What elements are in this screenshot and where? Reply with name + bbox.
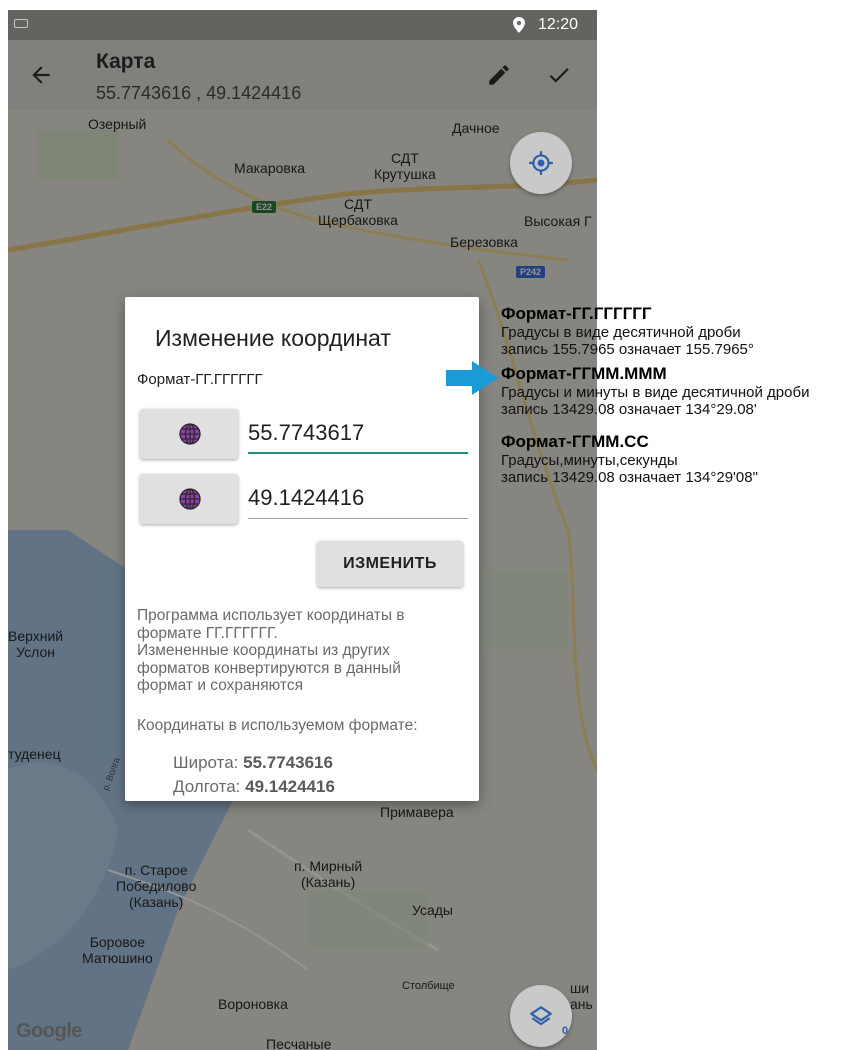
info-line: Программа использует координаты в xyxy=(137,607,405,624)
layers-icon xyxy=(530,1006,552,1026)
my-location-button[interactable] xyxy=(510,132,572,194)
legend-line: запись 155.7965 означает 155.7965° xyxy=(501,341,754,358)
page-subtitle: 55.7743616 , 49.1424416 xyxy=(96,83,302,103)
longitude-row: Долгота: 49.1424416 xyxy=(173,777,335,797)
legend-line: Градусы,минуты,секунды xyxy=(501,452,678,469)
legend-line: Градусы в виде десятичной дроби xyxy=(501,324,741,341)
location-pin-icon xyxy=(513,17,525,33)
info-line: формат и сохраняются xyxy=(137,677,303,694)
latitude-label: Широта: xyxy=(173,753,239,772)
layers-count-badge: 0 xyxy=(562,1025,569,1037)
longitude-value: 49.1424416 xyxy=(245,777,335,796)
legend-heading: Формат-ГГ.ГГГГГГ xyxy=(501,304,652,323)
legend-line: запись 13429.08 означает 134°29'08" xyxy=(501,469,758,486)
info-line: формате ГГ.ГГГГГГ. xyxy=(137,624,278,642)
latitude-input[interactable]: 55.7743617 xyxy=(248,414,468,454)
status-time: 12:20 xyxy=(538,16,579,33)
google-logo: Google xyxy=(16,1020,82,1042)
legend-heading: Формат-ГГММ.СС xyxy=(501,432,649,451)
legend-block: Формат-ГГ.ГГГГГГ Градусы в виде десятичн… xyxy=(501,304,859,358)
legend-block: Формат-ГГММ.МММ Градусы и минуты в виде … xyxy=(501,364,859,418)
longitude-globe-button[interactable] xyxy=(140,474,238,524)
my-location-icon xyxy=(529,151,553,175)
legend-line: запись 13429.08 означает 134°29.08' xyxy=(501,401,757,418)
info-text: Программа использует координаты в формат… xyxy=(137,607,473,695)
phone-screen: Озерный Дачное Макаровка СДТ Крутушка СД… xyxy=(8,10,597,1050)
edit-pencil-icon[interactable] xyxy=(486,62,512,88)
format-legend: Формат-ГГ.ГГГГГГ Градусы в виде десятичн… xyxy=(501,304,859,492)
format-dropdown-value: Формат-ГГ.ГГГГГГ xyxy=(137,371,263,388)
globe-icon xyxy=(179,488,201,510)
latitude-value: 55.7743616 xyxy=(243,753,333,772)
format-dropdown[interactable]: Формат-ГГ.ГГГГГГ xyxy=(137,369,467,397)
back-arrow-icon[interactable] xyxy=(28,62,54,88)
legend-block: Формат-ГГММ.СС Градусы,минуты,секунды за… xyxy=(501,432,859,486)
coords-format-label: Координаты в используемом формате: xyxy=(137,717,418,734)
info-line: форматов конвертируются в данный xyxy=(137,659,401,677)
dialog-title: Изменение координат xyxy=(155,325,391,351)
globe-icon xyxy=(179,423,201,445)
longitude-label: Долгота: xyxy=(173,777,241,796)
status-bar: 12:20 xyxy=(8,10,597,40)
latitude-globe-button[interactable] xyxy=(140,409,238,459)
check-icon[interactable] xyxy=(546,62,572,88)
info-line: Измененные координаты из других xyxy=(137,642,390,659)
page-title: Карта xyxy=(96,50,156,73)
annotation-arrow-icon xyxy=(446,361,498,395)
change-button[interactable]: ИЗМЕНИТЬ xyxy=(317,541,463,587)
map-layers-button[interactable]: 0 xyxy=(510,985,572,1047)
app-bar: Карта 55.7743616 , 49.1424416 xyxy=(8,40,597,110)
legend-line: Градусы и минуты в виде десятичной дроби xyxy=(501,384,810,401)
latitude-row: Широта: 55.7743616 xyxy=(173,753,333,773)
legend-heading: Формат-ГГММ.МММ xyxy=(501,364,667,383)
longitude-input[interactable]: 49.1424416 xyxy=(248,479,468,519)
keyboard-icon xyxy=(14,19,28,28)
change-coordinates-dialog: Изменение координат Формат-ГГ.ГГГГГГ 55.… xyxy=(125,297,479,801)
screenshot-root: Озерный Дачное Макаровка СДТ Крутушка СД… xyxy=(0,0,859,1050)
